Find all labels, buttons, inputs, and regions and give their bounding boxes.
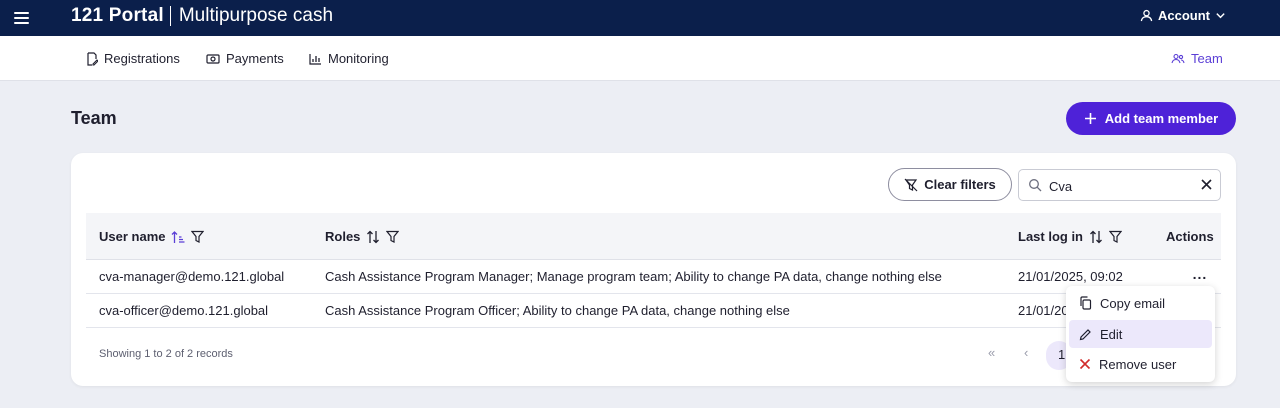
payments-icon bbox=[206, 53, 220, 64]
nav-payments[interactable]: Payments bbox=[206, 51, 284, 66]
first-page-button[interactable]: « bbox=[988, 345, 995, 360]
more-actions-icon[interactable]: ... bbox=[1192, 264, 1208, 284]
program-nav: Registrations Payments Monitoring Team bbox=[0, 36, 1280, 81]
last-log-in-cell: 21/01/20 bbox=[1018, 303, 1069, 318]
remove-user-label: Remove user bbox=[1099, 356, 1177, 372]
pencil-icon bbox=[1079, 328, 1091, 340]
registrations-icon bbox=[87, 51, 98, 66]
copy-icon bbox=[1080, 296, 1092, 310]
app-brand: 121 Portal Multipurpose cash bbox=[71, 5, 333, 27]
clear-search-icon[interactable] bbox=[1200, 178, 1213, 191]
user-name-cell: cva-officer@demo.121.global bbox=[99, 303, 269, 318]
account-label: Account bbox=[1158, 8, 1210, 23]
column-actions-label: Actions bbox=[1166, 229, 1214, 244]
team-icon bbox=[1171, 53, 1185, 63]
table-header: User name Roles Last log in Actions bbox=[86, 213, 1221, 260]
nav-team-label: Team bbox=[1191, 51, 1223, 66]
sort-icon[interactable] bbox=[1089, 230, 1103, 244]
plus-icon bbox=[1084, 113, 1096, 124]
add-team-member-label: Add team member bbox=[1104, 111, 1219, 126]
search-field[interactable] bbox=[1018, 169, 1221, 201]
brand-name: 121 Portal bbox=[71, 5, 164, 26]
close-icon bbox=[1079, 358, 1091, 370]
column-last-log-in-label: Last log in bbox=[1018, 229, 1083, 244]
column-user-name-label: User name bbox=[99, 229, 166, 244]
nav-payments-label: Payments bbox=[226, 51, 284, 66]
page-title: Team bbox=[71, 108, 117, 128]
last-log-in-cell: 21/01/2025, 09:02 bbox=[1018, 269, 1123, 284]
add-team-member-button[interactable]: Add team member bbox=[1066, 102, 1236, 135]
search-input[interactable] bbox=[1049, 176, 1189, 196]
records-count: Showing 1 to 2 of 2 records bbox=[99, 348, 233, 360]
nav-registrations-label: Registrations bbox=[104, 51, 180, 66]
top-bar: 121 Portal Multipurpose cash Account bbox=[0, 0, 1280, 36]
nav-monitoring-label: Monitoring bbox=[328, 51, 389, 66]
column-header-roles[interactable]: Roles bbox=[325, 229, 400, 244]
nav-monitoring[interactable]: Monitoring bbox=[309, 51, 389, 66]
search-icon bbox=[1029, 179, 1042, 192]
table-row[interactable]: cva-officer@demo.121.global Cash Assista… bbox=[86, 294, 1221, 328]
roles-cell: Cash Assistance Program Manager; Manage … bbox=[325, 269, 942, 284]
column-header-last-log-in[interactable]: Last log in bbox=[1018, 229, 1122, 244]
bar-chart-icon bbox=[309, 53, 321, 65]
table-row[interactable]: cva-manager@demo.121.global Cash Assista… bbox=[86, 260, 1221, 294]
column-roles-label: Roles bbox=[325, 229, 361, 244]
edit-label: Edit bbox=[1100, 326, 1123, 342]
user-name-cell: cva-manager@demo.121.global bbox=[99, 269, 285, 284]
chevron-down-icon bbox=[1216, 13, 1225, 19]
filter-icon[interactable] bbox=[1109, 230, 1122, 243]
brand-divider bbox=[169, 6, 171, 26]
edit-menu-item[interactable]: Edit bbox=[1069, 320, 1212, 348]
nav-registrations[interactable]: Registrations bbox=[86, 51, 180, 66]
column-header-user-name[interactable]: User name bbox=[99, 229, 205, 244]
row-actions-menu: Copy email Edit Remove user bbox=[1066, 286, 1215, 382]
sort-ascending-icon[interactable] bbox=[171, 230, 185, 244]
copy-email-label: Copy email bbox=[1100, 295, 1166, 311]
clear-filter-icon bbox=[904, 178, 918, 191]
sort-icon[interactable] bbox=[366, 230, 380, 244]
clear-filters-label: Clear filters bbox=[924, 177, 996, 192]
nav-team[interactable]: Team bbox=[1171, 51, 1223, 66]
remove-user-menu-item[interactable]: Remove user bbox=[1069, 350, 1212, 378]
copy-email-menu-item[interactable]: Copy email bbox=[1069, 289, 1212, 317]
account-menu-button[interactable]: Account bbox=[1140, 8, 1226, 23]
user-icon bbox=[1140, 9, 1153, 22]
previous-page-button[interactable]: ‹ bbox=[1024, 345, 1028, 360]
column-header-actions: Actions bbox=[1166, 229, 1214, 244]
clear-filters-button[interactable]: Clear filters bbox=[888, 168, 1012, 201]
roles-cell: Cash Assistance Program Officer; Ability… bbox=[325, 303, 790, 318]
filter-icon[interactable] bbox=[191, 230, 205, 243]
hamburger-icon[interactable] bbox=[14, 9, 34, 27]
filter-icon[interactable] bbox=[386, 230, 400, 243]
program-name: Multipurpose cash bbox=[178, 5, 334, 26]
